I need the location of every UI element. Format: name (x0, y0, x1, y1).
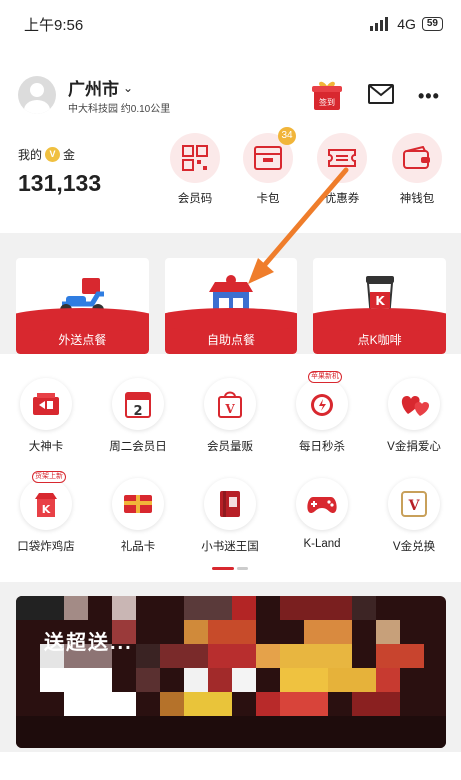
service-label: 会员量贩 (207, 441, 253, 453)
service-chicken-shop[interactable]: 货架上新 K 口袋炸鸡店 (0, 471, 92, 554)
city-selector[interactable]: 广州市 ⌄ (68, 75, 133, 100)
status-time: 上午9:56 (24, 16, 84, 34)
gold-amount[interactable]: 131,133 (18, 170, 101, 197)
city-name: 广州市 (68, 80, 119, 99)
status-indicators: 4G 59 (369, 16, 443, 32)
quick-card-wallet[interactable]: 34 卡包 (238, 127, 298, 206)
promo-banner[interactable] (16, 596, 446, 748)
svg-text:K: K (42, 503, 51, 516)
service-member-bulk[interactable]: V 会员量贩 (184, 378, 276, 454)
quick-label: 卡包 (256, 193, 280, 205)
service-bookworm-kingdom[interactable]: 小书迷王国 (184, 478, 276, 554)
card-label: 自助点餐 (207, 333, 256, 347)
service-god-card[interactable]: 大神卡 (0, 378, 92, 454)
coupon-icon (317, 133, 367, 183)
calendar-icon: 2 (112, 378, 164, 430)
quick-coupon[interactable]: 优惠券 (312, 133, 372, 206)
page-indicator (212, 567, 248, 570)
service-donate-love[interactable]: V金捐爱心 (368, 378, 460, 454)
member-header: 广州市 ⌄ 中大科技园 约0.10公里 签到 ••• 我的 V 金 131,13… (0, 48, 461, 233)
svg-text:2: 2 (133, 404, 142, 419)
wallet-icon (392, 133, 442, 183)
quick-label: 神钱包 (399, 193, 435, 205)
app-root: 上午9:56 4G 59 广州市 ⌄ 中大科技园 约0.10公里 签到 ••• … (0, 0, 461, 780)
card-count-badge: 34 (278, 127, 296, 145)
service-tag: 货架上新 (32, 471, 66, 483)
card-label: 外送点餐 (58, 333, 107, 347)
delivery-order-card[interactable]: 外送点餐 (16, 258, 149, 354)
gift-card-icon (112, 478, 164, 530)
signin-label: 签到 (319, 97, 335, 107)
service-label: 大神卡 (28, 441, 64, 453)
quick-label: 会员码 (177, 193, 213, 205)
battery-icon: 59 (421, 17, 443, 31)
service-label: 口袋炸鸡店 (17, 541, 75, 553)
service-daily-flash-sale[interactable]: 苹果新机 每日秒杀 (276, 371, 368, 454)
gold-label-prefix: 我的 (18, 148, 43, 162)
services-grid: 大神卡 2 周二会员日 V 会员量贩 苹果新机 每日秒杀 V金捐爱心 货架上新 K… (0, 354, 461, 582)
alarm-clock-icon: 苹果新机 (296, 371, 348, 430)
hearts-icon (388, 378, 440, 430)
god-card-icon (20, 378, 72, 430)
order-cards: 外送点餐 自助点餐 K 点K咖啡 (16, 258, 447, 354)
service-gift-card[interactable]: 礼品卡 (92, 478, 184, 554)
quick-label: 优惠券 (324, 193, 360, 205)
coffee-order-card[interactable]: K 点K咖啡 (313, 258, 447, 354)
shopping-bag-icon: V (204, 378, 256, 430)
signal-icon (370, 17, 389, 31)
gamepad-icon (296, 478, 348, 530)
service-label: 周二会员日 (109, 441, 167, 453)
more-menu-icon[interactable]: ••• (418, 86, 440, 107)
service-label: 礼品卡 (120, 541, 156, 553)
chevron-down-icon: ⌄ (123, 80, 134, 95)
svg-text:V: V (224, 402, 235, 416)
service-label: K-Land (303, 538, 341, 550)
nearby-store[interactable]: 中大科技园 约0.10公里 (68, 100, 170, 115)
svg-text:K: K (375, 294, 385, 308)
service-label: V金捐爱心 (387, 441, 441, 453)
gold-label-suffix: 金 (63, 148, 76, 162)
avatar[interactable] (18, 76, 56, 114)
service-v-gold-exchange[interactable]: V V金兑换 (368, 478, 460, 554)
v-gold-exchange-icon: V (388, 478, 440, 530)
battery-level: 59 (426, 18, 438, 29)
service-label: V金兑换 (392, 541, 436, 553)
quick-wallet[interactable]: 神钱包 (387, 133, 447, 206)
svg-text:V: V (408, 498, 421, 514)
self-order-card[interactable]: 自助点餐 (164, 258, 298, 354)
bottom-content-peek (0, 752, 461, 780)
signin-gift-icon[interactable]: 签到 (310, 78, 344, 112)
v-coin-icon: V (45, 147, 61, 162)
service-k-land[interactable]: K-Land (276, 478, 368, 550)
service-label: 每日秒杀 (299, 441, 345, 453)
status-bar: 上午9:56 4G 59 (0, 0, 461, 48)
banner-text: 送超送... (44, 632, 133, 654)
qr-code-icon (170, 133, 220, 183)
gold-label: 我的 V 金 (18, 146, 75, 163)
chicken-shop-icon: 货架上新 K (20, 471, 72, 530)
book-icon (204, 478, 256, 530)
service-tag: 苹果新机 (308, 371, 342, 383)
service-tuesday-member-day[interactable]: 2 周二会员日 (92, 378, 184, 454)
network-type: 4G (397, 16, 416, 32)
service-label: 小书迷王国 (201, 541, 259, 553)
quick-member-code[interactable]: 会员码 (165, 133, 225, 206)
card-label: 点K咖啡 (357, 333, 402, 347)
mail-icon[interactable] (368, 84, 394, 104)
